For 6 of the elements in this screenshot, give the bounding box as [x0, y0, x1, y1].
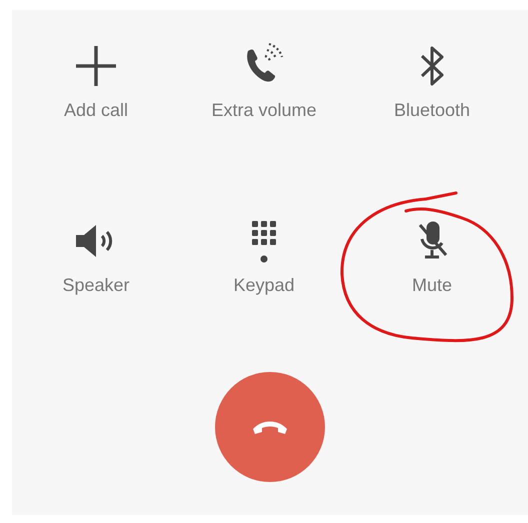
speaker-button[interactable]: Speaker [62, 217, 130, 296]
keypad-button[interactable]: Keypad [233, 217, 295, 296]
add-button[interactable]: Add call [64, 42, 128, 121]
bluetooth-button[interactable]: Bluetooth [394, 42, 470, 121]
mute-button[interactable]: Mute [408, 217, 456, 296]
volume-button[interactable]: Extra volume [211, 42, 317, 121]
